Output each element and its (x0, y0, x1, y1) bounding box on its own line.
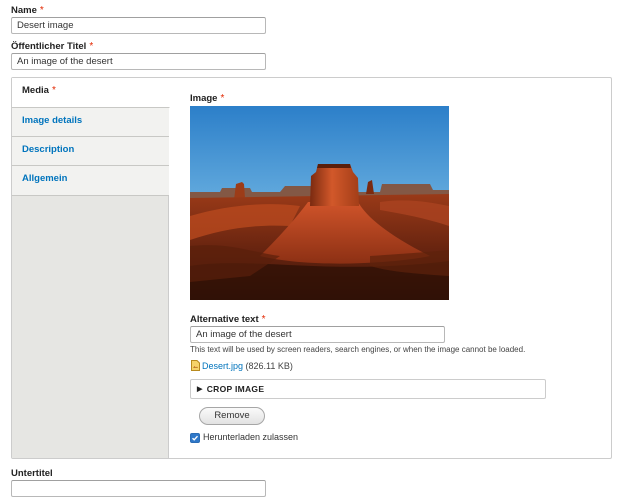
tab-media[interactable]: Media * (12, 78, 170, 108)
required-marker: * (51, 85, 56, 96)
name-input[interactable] (11, 17, 266, 34)
image-file-icon (191, 360, 200, 373)
tab-allgemein[interactable]: Allgemein (12, 166, 169, 196)
alt-text-label: Alternative text * (190, 314, 266, 325)
checkmark-icon (192, 435, 199, 441)
required-marker: * (89, 41, 94, 52)
remove-button[interactable]: Remove (199, 407, 265, 425)
allow-download-label: Herunterladen zulassen (203, 432, 299, 442)
file-info: Desert.jpg (826.11 KB) (191, 360, 293, 373)
alt-text-input[interactable] (190, 326, 445, 343)
tab-allgemein-label: Allgemein (22, 173, 68, 184)
required-marker: * (261, 314, 266, 325)
file-size: (826.11 KB) (245, 361, 293, 371)
desert-image-preview (190, 106, 449, 300)
file-link[interactable]: Desert.jpg (202, 361, 243, 371)
name-label: Name * (11, 5, 44, 16)
tab-image-details-label: Image details (22, 115, 83, 126)
allow-download-checkbox[interactable] (190, 433, 200, 443)
tab-image-details[interactable]: Image details (12, 108, 169, 137)
tab-description[interactable]: Description (12, 137, 169, 166)
subtitle-input[interactable] (11, 480, 266, 497)
triangle-right-icon: ▶ (197, 386, 203, 393)
public-title-input[interactable] (11, 53, 266, 70)
crop-image-summary[interactable]: ▶ CROP IMAGE (197, 384, 264, 394)
tab-description-label: Description (22, 144, 75, 155)
vertical-tabs-menu: Media * Image details Description Allgeme… (12, 78, 170, 458)
required-marker: * (39, 5, 44, 16)
tab-media-label: Media (22, 85, 49, 96)
subtitle-label: Untertitel (11, 468, 53, 479)
alt-text-description: This text will be used by screen readers… (190, 345, 526, 354)
required-marker: * (220, 93, 225, 104)
public-title-label: Öffentlicher Titel * (11, 41, 94, 52)
crop-image-details[interactable]: ▶ CROP IMAGE (190, 379, 546, 399)
image-label: Image * (190, 93, 225, 104)
